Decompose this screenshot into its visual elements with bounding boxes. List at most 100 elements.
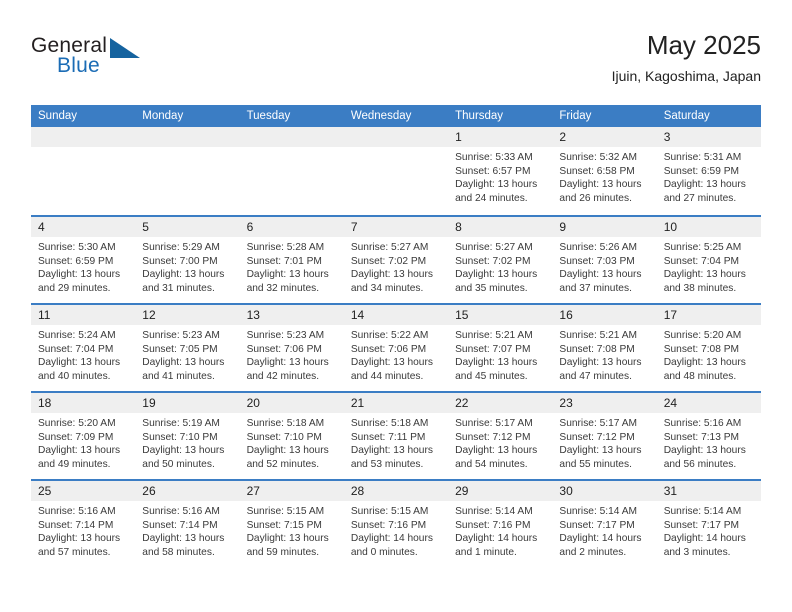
brand-logo[interactable]: General Blue bbox=[31, 34, 161, 86]
day-sun-info: Sunrise: 5:21 AM Sunset: 7:08 PM Daylight:… bbox=[552, 325, 656, 383]
day-number: 30 bbox=[559, 484, 573, 498]
calendar-day-cell[interactable]: 25 Sunrise: 5:16 AM Sunset: 7:14 PM Dayligh… bbox=[31, 481, 136, 567]
day-number: 15 bbox=[455, 308, 469, 322]
calendar-day-cell[interactable]: 15 Sunrise: 5:21 AM Sunset: 7:07 PM Dayligh… bbox=[448, 305, 553, 391]
day-sun-info: Sunrise: 5:17 AM Sunset: 7:12 PM Daylight:… bbox=[448, 413, 552, 471]
day-number-strip: 11 bbox=[31, 305, 136, 325]
calendar-day-cell[interactable]: 4 Sunrise: 5:30 AM Sunset: 6:59 PM Daylight… bbox=[31, 217, 136, 303]
calendar-day-cell[interactable]: 14 Sunrise: 5:22 AM Sunset: 7:06 PM Dayligh… bbox=[343, 305, 449, 391]
daylight-text-line2: and 24 minutes. bbox=[455, 192, 528, 204]
day-number-strip bbox=[135, 127, 240, 147]
day-number-strip bbox=[239, 127, 344, 147]
calendar-day-cell[interactable]: 20 Sunrise: 5:18 AM Sunset: 7:10 PM Dayligh… bbox=[239, 393, 344, 479]
calendar-day-cell[interactable]: 7 Sunrise: 5:27 AM Sunset: 7:02 PM Daylight… bbox=[343, 217, 449, 303]
calendar-day-cell[interactable]: 1 Sunrise: 5:33 AM Sunset: 6:57 PM Daylight… bbox=[448, 127, 553, 215]
sunrise-text: Sunrise: 5:14 AM bbox=[559, 506, 637, 517]
daylight-text-line1: Daylight: 13 hours bbox=[38, 269, 121, 281]
calendar-day-cell[interactable]: 24 Sunrise: 5:16 AM Sunset: 7:13 PM Dayligh… bbox=[656, 393, 761, 479]
calendar-day-cell[interactable]: 10 Sunrise: 5:25 AM Sunset: 7:04 PM Dayligh… bbox=[656, 217, 761, 303]
weekday-header-tuesday: Tuesday bbox=[246, 110, 291, 122]
daylight-text-line2: and 53 minutes. bbox=[350, 458, 424, 470]
calendar-day-cell[interactable]: 23 Sunrise: 5:17 AM Sunset: 7:12 PM Dayligh… bbox=[552, 393, 657, 479]
calendar-day-cell[interactable]: 6 Sunrise: 5:28 AM Sunset: 7:01 PM Daylight… bbox=[239, 217, 344, 303]
calendar-day-cell[interactable]: 13 Sunrise: 5:23 AM Sunset: 7:06 PM Dayligh… bbox=[239, 305, 344, 391]
daylight-text-line1: Daylight: 13 hours bbox=[142, 445, 225, 457]
daylight-text-line2: and 1 minute. bbox=[455, 546, 517, 558]
calendar-day-cell[interactable]: 12 Sunrise: 5:23 AM Sunset: 7:05 PM Dayligh… bbox=[135, 305, 240, 391]
daylight-text-line1: Daylight: 13 hours bbox=[246, 269, 329, 281]
sunrise-text: Sunrise: 5:15 AM bbox=[350, 506, 429, 517]
day-number-strip bbox=[343, 127, 449, 147]
day-sun-info: Sunrise: 5:16 AM Sunset: 7:14 PM Daylight:… bbox=[31, 501, 135, 559]
sunrise-text: Sunrise: 5:18 AM bbox=[246, 418, 325, 429]
calendar-day-cell[interactable]: 26 Sunrise: 5:16 AM Sunset: 7:14 PM Dayligh… bbox=[135, 481, 240, 567]
day-number-strip: 15 bbox=[448, 305, 553, 325]
day-number-strip bbox=[31, 127, 136, 147]
daylight-text-line1: Daylight: 13 hours bbox=[455, 357, 538, 369]
daylight-text-line1: Daylight: 13 hours bbox=[350, 445, 433, 457]
daylight-text-line2: and 2 minutes. bbox=[559, 546, 627, 558]
calendar-day-cell[interactable]: 21 Sunrise: 5:18 AM Sunset: 7:11 PM Dayligh… bbox=[343, 393, 449, 479]
daylight-text-line2: and 54 minutes. bbox=[455, 458, 528, 470]
daylight-text-line2: and 52 minutes. bbox=[246, 458, 320, 470]
day-number-strip: 6 bbox=[239, 217, 344, 237]
daylight-text-line2: and 40 minutes. bbox=[38, 370, 111, 382]
day-sun-info: Sunrise: 5:28 AM Sunset: 7:01 PM Daylight:… bbox=[240, 237, 344, 295]
calendar-week-row: 4 Sunrise: 5:30 AM Sunset: 6:59 PM Daylight… bbox=[31, 215, 761, 303]
title-block: May 2025 Ijuin, Kagoshima, Japan bbox=[612, 28, 761, 87]
day-number: 18 bbox=[38, 396, 52, 410]
daylight-text-line1: Daylight: 13 hours bbox=[246, 533, 329, 545]
calendar-day-cell[interactable]: 27 Sunrise: 5:15 AM Sunset: 7:15 PM Dayligh… bbox=[239, 481, 344, 567]
day-number: 24 bbox=[663, 396, 678, 410]
triangle-icon bbox=[110, 38, 140, 58]
day-sun-info: Sunrise: 5:24 AM Sunset: 7:04 PM Daylight:… bbox=[31, 325, 135, 383]
calendar-day-cell[interactable]: 8 Sunrise: 5:27 AM Sunset: 7:02 PM Daylight… bbox=[448, 217, 553, 303]
day-number: 27 bbox=[246, 484, 260, 498]
calendar-day-cell[interactable]: 18 Sunrise: 5:20 AM Sunset: 7:09 PM Dayligh… bbox=[31, 393, 136, 479]
day-number-strip: 28 bbox=[343, 481, 449, 501]
day-number: 20 bbox=[246, 396, 260, 410]
day-sun-info: Sunrise: 5:20 AM Sunset: 7:08 PM Daylight:… bbox=[657, 325, 761, 383]
calendar-day-cell[interactable]: 16 Sunrise: 5:21 AM Sunset: 7:08 PM Dayligh… bbox=[552, 305, 657, 391]
sunset-text: Sunset: 7:15 PM bbox=[246, 519, 322, 531]
calendar-day-cell[interactable]: 5 Sunrise: 5:29 AM Sunset: 7:00 PM Daylight… bbox=[135, 217, 240, 303]
daylight-text-line2: and 47 minutes. bbox=[559, 370, 632, 382]
daylight-text-line2: and 32 minutes. bbox=[246, 282, 320, 294]
daylight-text-line2: and 59 minutes. bbox=[246, 546, 320, 558]
day-number-strip: 2 bbox=[552, 127, 657, 147]
calendar-day-cell[interactable]: 3 Sunrise: 5:31 AM Sunset: 6:59 PM Daylight… bbox=[656, 127, 761, 215]
day-sun-info: Sunrise: 5:16 AM Sunset: 7:14 PM Daylight:… bbox=[135, 501, 239, 559]
daylight-text-line1: Daylight: 13 hours bbox=[559, 269, 642, 281]
sunset-text: Sunset: 6:58 PM bbox=[559, 165, 635, 177]
calendar-day-cell[interactable]: 19 Sunrise: 5:19 AM Sunset: 7:10 PM Dayligh… bbox=[135, 393, 240, 479]
calendar-week-row: 25 Sunrise: 5:16 AM Sunset: 7:14 PM Dayligh… bbox=[31, 479, 761, 567]
sunset-text: Sunset: 7:17 PM bbox=[663, 519, 740, 531]
day-number: 25 bbox=[38, 484, 52, 498]
sunrise-text: Sunrise: 5:23 AM bbox=[142, 330, 220, 341]
daylight-text-line2: and 45 minutes. bbox=[455, 370, 528, 382]
daylight-text-line1: Daylight: 13 hours bbox=[559, 445, 642, 457]
day-sun-info: Sunrise: 5:14 AM Sunset: 7:16 PM Daylight:… bbox=[448, 501, 552, 559]
daylight-text-line1: Daylight: 13 hours bbox=[455, 269, 538, 281]
sunrise-text: Sunrise: 5:14 AM bbox=[455, 506, 533, 517]
calendar-day-cell[interactable]: 9 Sunrise: 5:26 AM Sunset: 7:03 PM Daylight… bbox=[552, 217, 657, 303]
calendar-day-cell-empty bbox=[31, 127, 136, 215]
calendar-day-cell[interactable]: 29 Sunrise: 5:14 AM Sunset: 7:16 PM Dayligh… bbox=[448, 481, 553, 567]
day-sun-info: Sunrise: 5:27 AM Sunset: 7:02 PM Daylight:… bbox=[344, 237, 448, 295]
daylight-text-line1: Daylight: 13 hours bbox=[559, 179, 642, 191]
sunset-text: Sunset: 7:08 PM bbox=[559, 343, 635, 355]
sunset-text: Sunset: 7:10 PM bbox=[246, 431, 322, 443]
calendar-day-cell[interactable]: 11 Sunrise: 5:24 AM Sunset: 7:04 PM Dayligh… bbox=[31, 305, 136, 391]
calendar-day-cell[interactable]: 17 Sunrise: 5:20 AM Sunset: 7:08 PM Dayligh… bbox=[656, 305, 761, 391]
sunrise-text: Sunrise: 5:26 AM bbox=[559, 242, 637, 253]
calendar-day-cell[interactable]: 2 Sunrise: 5:32 AM Sunset: 6:58 PM Daylight… bbox=[552, 127, 657, 215]
day-number-strip: 26 bbox=[135, 481, 240, 501]
day-sun-info: Sunrise: 5:18 AM Sunset: 7:10 PM Daylight:… bbox=[240, 413, 344, 471]
calendar-day-cell[interactable]: 28 Sunrise: 5:15 AM Sunset: 7:16 PM Dayligh… bbox=[343, 481, 449, 567]
calendar-day-cell[interactable]: 22 Sunrise: 5:17 AM Sunset: 7:12 PM Dayligh… bbox=[448, 393, 553, 479]
daylight-text-line2: and 37 minutes. bbox=[559, 282, 632, 294]
calendar-day-cell[interactable]: 30 Sunrise: 5:14 AM Sunset: 7:17 PM Dayligh… bbox=[552, 481, 657, 567]
sunrise-text: Sunrise: 5:16 AM bbox=[38, 506, 116, 517]
calendar-day-cell[interactable]: 31 Sunrise: 5:14 AM Sunset: 7:17 PM Dayligh… bbox=[656, 481, 761, 567]
day-number: 2 bbox=[559, 130, 567, 144]
